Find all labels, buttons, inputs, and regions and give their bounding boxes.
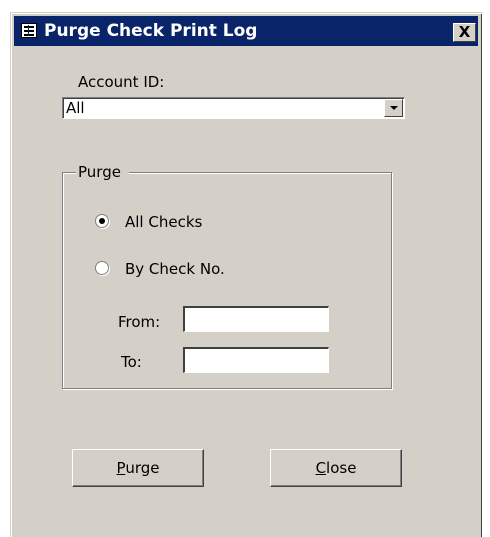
all-checks-label[interactable]: All Checks	[125, 213, 202, 231]
to-label: To:	[121, 353, 142, 371]
purge-group-legend-wrap: Purge	[76, 162, 129, 181]
title-bar[interactable]: Purge Check Print Log X	[14, 16, 478, 46]
close-icon: X	[458, 23, 471, 41]
close-window-button[interactable]: X	[453, 23, 476, 42]
from-check-no-input[interactable]	[183, 306, 329, 332]
purge-button[interactable]: Purge	[72, 449, 204, 487]
chevron-down-icon	[390, 106, 398, 110]
dropdown-button[interactable]	[384, 99, 403, 117]
by-check-no-label[interactable]: By Check No.	[125, 260, 225, 278]
account-id-combobox[interactable]: All	[62, 97, 405, 119]
close-label-rest: lose	[326, 459, 357, 477]
all-checks-radio[interactable]	[95, 214, 109, 228]
account-id-value: All	[66, 99, 85, 117]
from-label: From:	[118, 313, 161, 331]
to-check-no-input[interactable]	[183, 347, 329, 373]
purge-mnemonic: P	[116, 459, 126, 477]
account-id-label: Account ID:	[78, 73, 165, 91]
by-check-no-radio[interactable]	[95, 261, 109, 275]
purge-group-legend: Purge	[78, 163, 121, 181]
purge-label-rest: urge	[125, 459, 160, 477]
form-icon	[21, 23, 37, 38]
close-mnemonic: C	[315, 459, 327, 477]
radio-selected-dot	[99, 218, 105, 224]
window-title: Purge Check Print Log	[44, 21, 258, 41]
close-button[interactable]: Close	[270, 449, 402, 487]
